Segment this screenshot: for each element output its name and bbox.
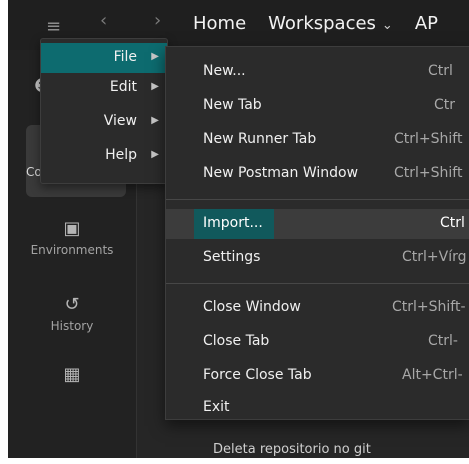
menu-item-label: Close Window — [203, 299, 301, 315]
menu-item-exit[interactable]: Exit — [166, 393, 469, 423]
sidebar-item-add-widget[interactable]: ▦ — [8, 364, 136, 389]
top-nav: Home Workspaces ⌄ AP — [193, 13, 460, 34]
menu-separator — [166, 283, 469, 284]
menu-item-shortcut: Ctrl+Shift — [394, 165, 463, 181]
menu-item-file[interactable]: File ▶ — [41, 43, 167, 73]
menu-item-view[interactable]: View ▶ — [41, 107, 167, 137]
sidebar-item-label: Environments — [30, 243, 114, 257]
menu-item-label: New Postman Window — [203, 165, 359, 181]
menu-item-import[interactable]: Import... Ctrl — [166, 209, 469, 239]
menu-item-shortcut: Ctrl+Shift- — [392, 299, 466, 315]
menu-item-new[interactable]: New... Ctrl — [166, 57, 469, 87]
menu-item-label: Import... — [203, 215, 263, 231]
environment-icon: ▣ — [63, 218, 81, 239]
menu-item-label: New Runner Tab — [203, 131, 317, 147]
menu-item-label: Force Close Tab — [203, 367, 312, 383]
nav-api[interactable]: AP — [415, 13, 438, 34]
menu-item-edit[interactable]: Edit ▶ — [41, 73, 167, 103]
menu-item-label: New... — [203, 63, 246, 79]
menu-item-label: Close Tab — [203, 333, 270, 349]
app-menu: File ▶ Edit ▶ View ▶ Help ▶ — [40, 38, 168, 184]
menu-item-label: Help — [105, 147, 137, 163]
nav-workspaces-label: Workspaces — [268, 13, 376, 34]
menu-separator — [166, 199, 469, 200]
menu-item-label: View — [103, 113, 137, 129]
sidebar-item-environments[interactable]: ▣ Environments — [8, 218, 136, 257]
menu-item-close-tab[interactable]: Close Tab Ctrl- — [166, 327, 469, 357]
background-list-item: Deleta repositorio no git — [213, 442, 371, 457]
sidebar-item-label: History — [50, 319, 94, 333]
menu-item-shortcut: Ctrl — [440, 215, 465, 231]
menu-item-shortcut: Alt+Ctrl- — [402, 367, 463, 383]
menu-item-new-postman-window[interactable]: New Postman Window Ctrl+Shift — [166, 159, 469, 189]
caret-right-icon: ▶ — [151, 81, 159, 92]
nav-home[interactable]: Home — [193, 13, 246, 34]
menu-item-help[interactable]: Help ▶ — [41, 141, 167, 171]
menu-item-shortcut: Ctrl+Vírg — [402, 249, 467, 265]
forward-arrow-icon[interactable]: › — [154, 10, 161, 31]
sidebar-item-history[interactable]: ↺ History — [8, 294, 136, 333]
menu-item-new-tab[interactable]: New Tab Ctr — [166, 91, 469, 121]
menu-item-force-close-tab[interactable]: Force Close Tab Alt+Ctrl- — [166, 361, 469, 391]
add-widget-icon: ▦ — [63, 364, 81, 385]
menu-item-label: File — [113, 49, 137, 65]
menu-item-label: New Tab — [203, 97, 262, 113]
caret-right-icon: ▶ — [151, 149, 159, 160]
chevron-down-icon: ⌄ — [381, 18, 393, 33]
caret-right-icon: ▶ — [151, 51, 159, 62]
menu-item-shortcut: Ctrl — [428, 63, 453, 79]
menu-item-settings[interactable]: Settings Ctrl+Vírg — [166, 243, 469, 273]
menu-item-shortcut: Ctr — [434, 97, 456, 113]
back-arrow-icon[interactable]: ‹ — [100, 10, 107, 31]
menu-icon[interactable]: ≡ — [46, 16, 61, 37]
menu-item-shortcut: Ctrl+Shift — [394, 131, 463, 147]
menu-item-label: Exit — [203, 399, 230, 415]
menu-item-label: Edit — [109, 79, 137, 95]
caret-right-icon: ▶ — [151, 115, 159, 126]
menu-item-new-runner-tab[interactable]: New Runner Tab Ctrl+Shift — [166, 125, 469, 155]
menu-item-label: Settings — [203, 249, 261, 265]
file-submenu: New... Ctrl New Tab Ctr New Runner Tab C… — [165, 46, 469, 420]
history-icon: ↺ — [64, 294, 80, 315]
menu-item-shortcut: Ctrl- — [428, 333, 458, 349]
nav-workspaces[interactable]: Workspaces ⌄ — [268, 13, 393, 34]
menu-item-close-window[interactable]: Close Window Ctrl+Shift- — [166, 293, 469, 323]
